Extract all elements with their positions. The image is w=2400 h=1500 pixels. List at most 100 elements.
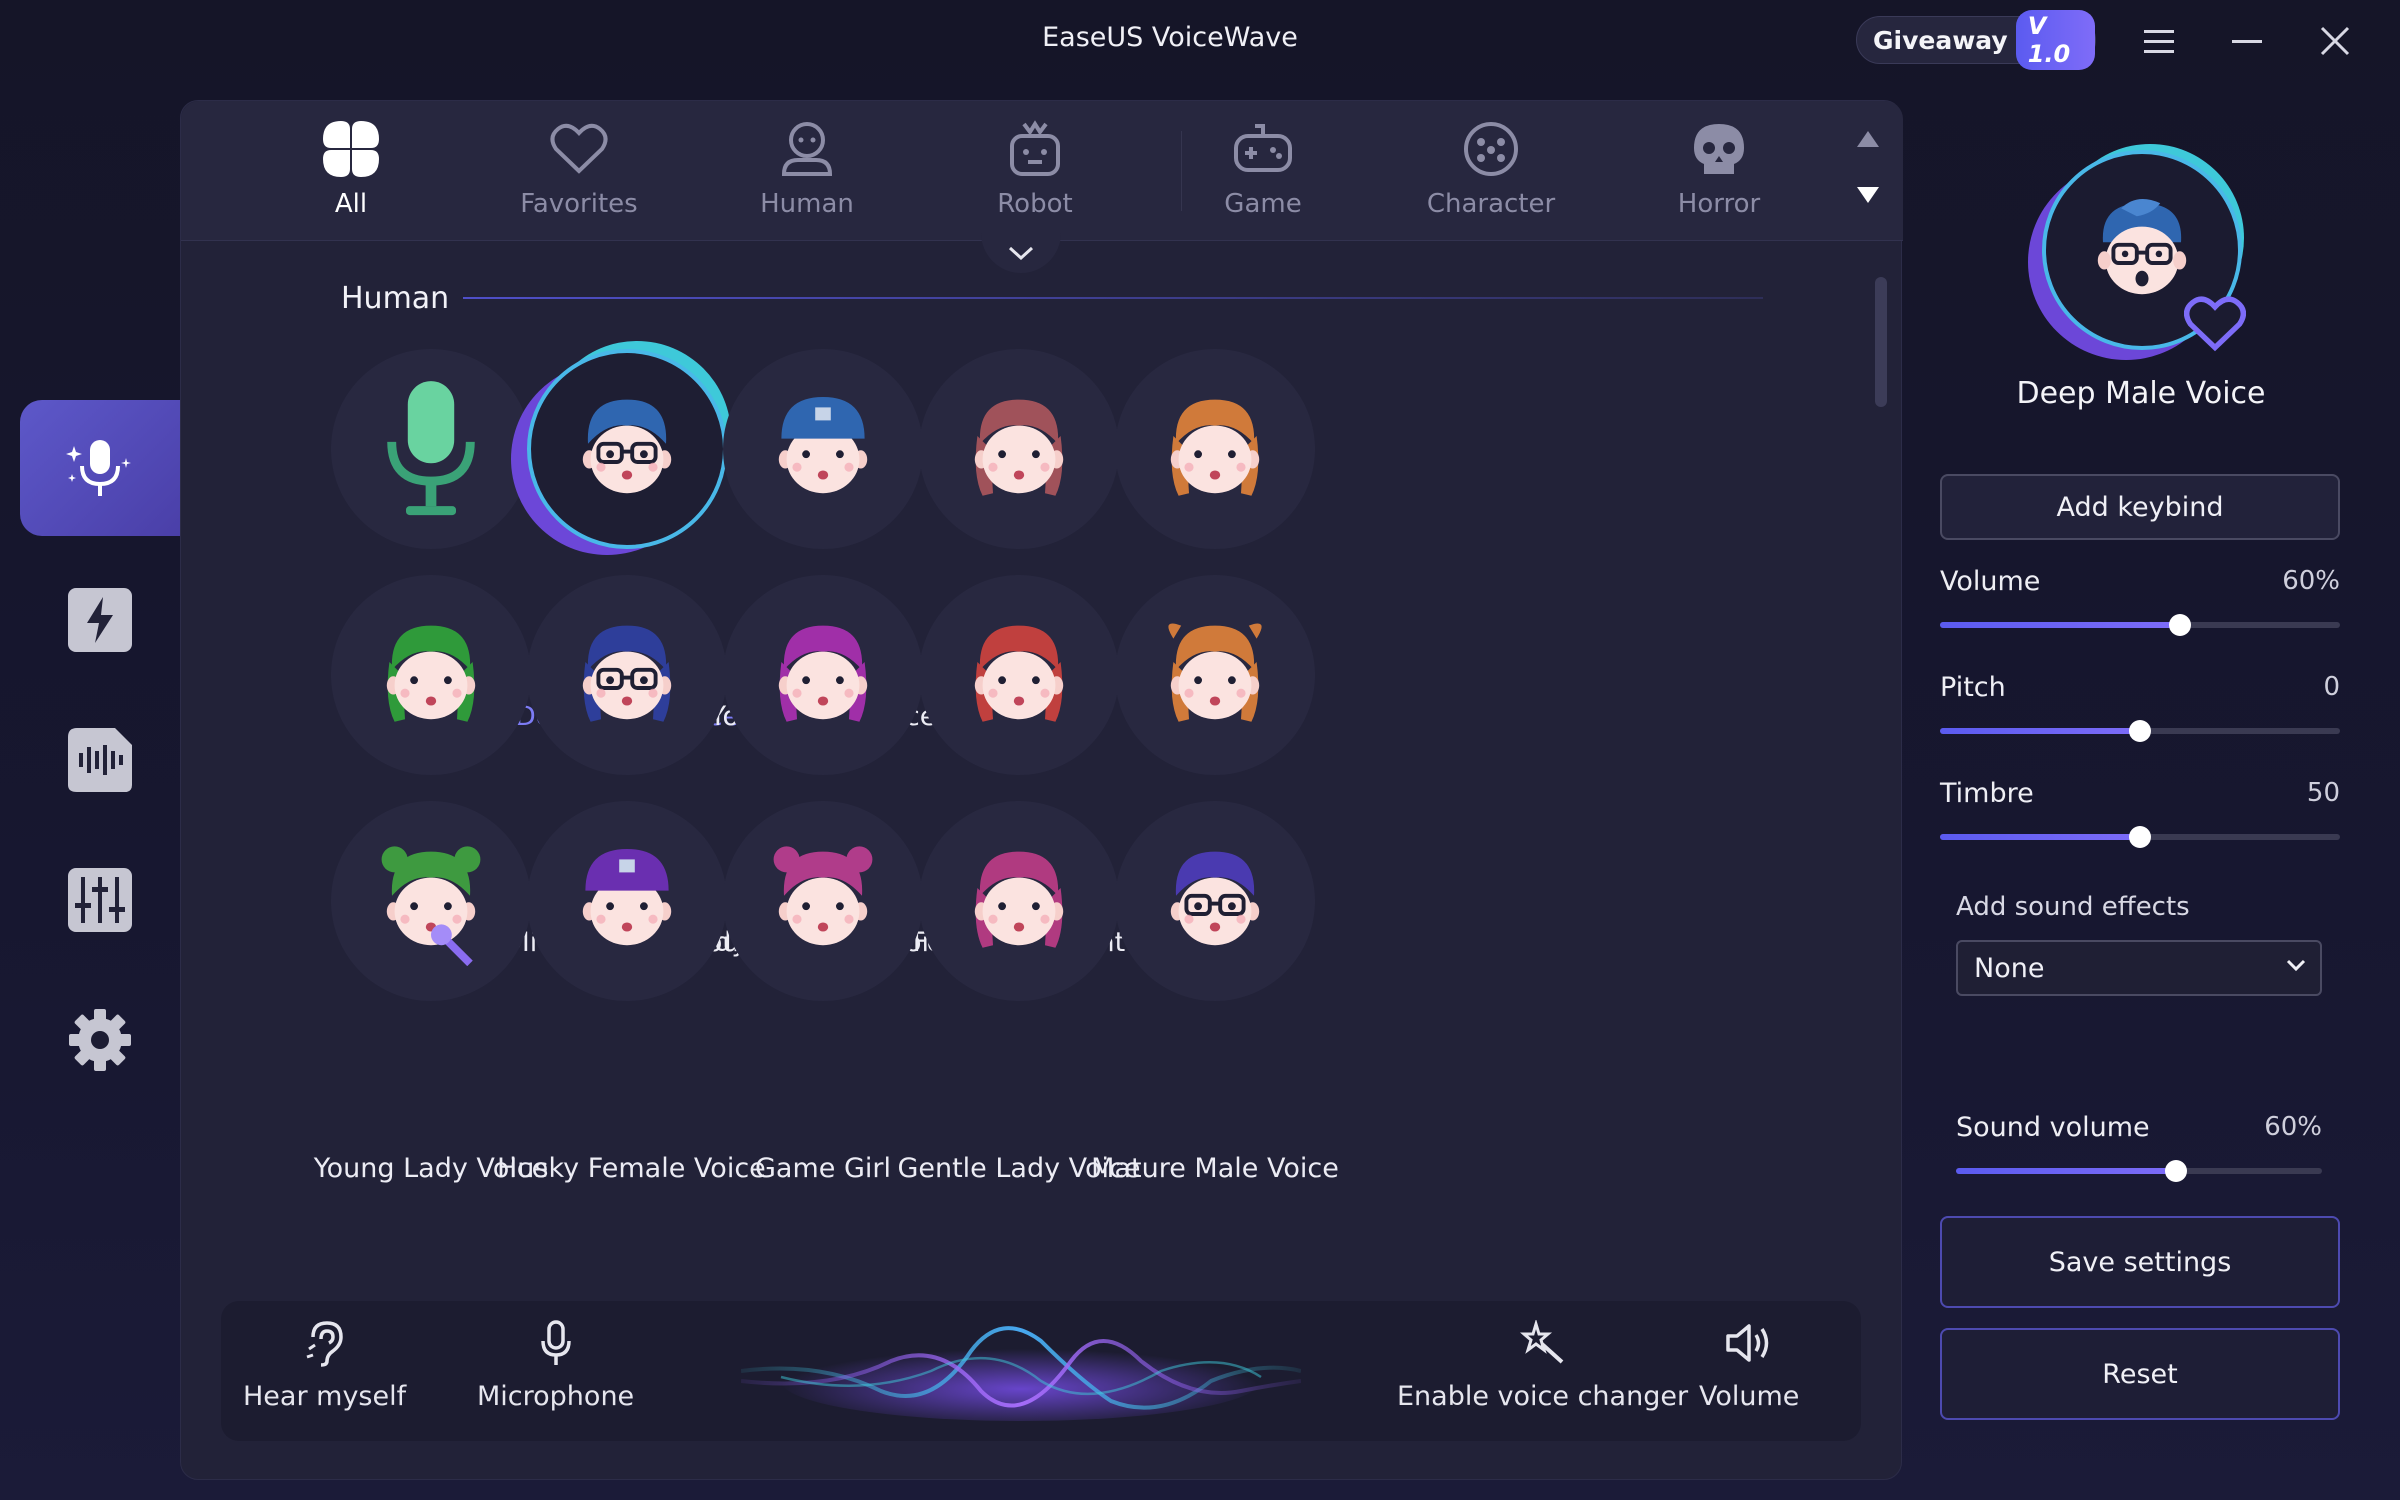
- collapse-toggle[interactable]: [981, 233, 1061, 273]
- tab-character[interactable]: Character: [1401, 117, 1581, 237]
- gentle-lady-icon: [974, 851, 1064, 948]
- slider-thumb[interactable]: [2129, 826, 2151, 848]
- voice-avatar: [1115, 349, 1315, 549]
- giveaway-label: Giveaway: [1873, 25, 2008, 55]
- tab-horror[interactable]: Horror: [1629, 117, 1809, 237]
- timbre-slider-label: Timbre: [1940, 778, 2034, 809]
- sidebar-settings[interactable]: [20, 972, 180, 1108]
- sidebar-audio-files[interactable]: [20, 692, 180, 828]
- tab-label: Horror: [1677, 189, 1761, 219]
- section-divider: [463, 297, 1763, 299]
- voice-settings-panel: Deep Male Voice Add keybind Volume 60% P…: [1902, 100, 2380, 1480]
- tab-label: Robot: [997, 189, 1073, 219]
- pitch-slider[interactable]: [1940, 720, 2340, 742]
- category-tabs: All Favorites Human Robot Game Character…: [181, 101, 1903, 241]
- pitch-slider-label: Pitch: [1940, 672, 2006, 703]
- close-icon[interactable]: [2312, 18, 2358, 64]
- timbre-slider-value: 50: [2306, 778, 2340, 808]
- glasses-man-icon: [582, 399, 672, 494]
- slider-fill: [1956, 1168, 2176, 1174]
- minimize-icon[interactable]: [2224, 18, 2270, 64]
- slider-fill: [1940, 834, 2140, 840]
- lightning-icon: [68, 588, 132, 652]
- arrow-down-icon[interactable]: [1855, 185, 1881, 205]
- sound-effects-value: None: [1974, 952, 2045, 984]
- title-bar: EaseUS VoiceWave Giveaway V 1.0: [0, 0, 2400, 82]
- voice-avatar: [1115, 801, 1315, 1001]
- voice-grid: OriginalDeep Male VoiceYoung Man VoiceLi…: [301, 341, 1831, 1401]
- microphone-button[interactable]: Microphone: [477, 1313, 634, 1412]
- sidebar-mixer[interactable]: [20, 832, 180, 968]
- pigtail-girl-icon: [1168, 623, 1262, 722]
- purple-lady-icon: [778, 625, 868, 722]
- mature-man-icon: [1170, 851, 1260, 946]
- bottom-toolbar: Hear myself Microphone Enable voice chan…: [221, 1301, 1861, 1441]
- singer-girl-icon: [381, 846, 481, 966]
- ear-icon: [305, 1313, 345, 1373]
- add-keybind-button[interactable]: Add keybind: [1940, 474, 2340, 540]
- volume-label: Volume: [1699, 1381, 1800, 1412]
- tab-label: Character: [1426, 189, 1556, 219]
- tab-label: Favorites: [520, 189, 638, 219]
- slider-thumb[interactable]: [2164, 1160, 2187, 1182]
- timbre-slider[interactable]: [1940, 826, 2340, 848]
- robot-icon: [1003, 117, 1067, 181]
- app-window: EaseUS VoiceWave Giveaway V 1.0 All Favo…: [0, 0, 2400, 1500]
- reset-button[interactable]: Reset: [1940, 1328, 2340, 1420]
- gear-icon: [69, 1009, 131, 1071]
- voice-name: Mature Male Voice: [1091, 1153, 1339, 1184]
- character-icon: [1459, 117, 1523, 181]
- audio-file-icon: [68, 728, 132, 792]
- slider-thumb[interactable]: [2169, 614, 2191, 636]
- tab-all[interactable]: All: [261, 117, 441, 237]
- volume-slider[interactable]: [1940, 614, 2340, 636]
- sidebar-voice-changer[interactable]: [20, 400, 180, 536]
- tab-label: Game: [1224, 189, 1302, 219]
- hear-myself-button[interactable]: Hear myself: [243, 1313, 406, 1412]
- hear-myself-label: Hear myself: [243, 1381, 407, 1412]
- clover-icon: [319, 117, 383, 181]
- girl-icon: [1170, 399, 1260, 496]
- arrow-up-icon[interactable]: [1855, 129, 1881, 149]
- scrollbar-thumb[interactable]: [1875, 277, 1887, 407]
- glasses-lady-icon: [582, 625, 672, 722]
- bun-girl-icon: [773, 846, 873, 946]
- microphone-label: Microphone: [477, 1381, 635, 1412]
- human-icon: [775, 117, 839, 181]
- sound-volume-slider[interactable]: [1956, 1160, 2322, 1182]
- chevron-down-icon: [1008, 246, 1034, 260]
- version-badge: V 1.0: [2015, 10, 2095, 70]
- pitch-slider-value: 0: [2323, 672, 2340, 702]
- sidebar: [0, 100, 180, 1500]
- selected-voice-name: Deep Male Voice: [2016, 376, 2266, 411]
- green-girl-icon: [386, 625, 476, 722]
- save-settings-button[interactable]: Save settings: [1940, 1216, 2340, 1308]
- speaker-icon: [1725, 1313, 1773, 1373]
- red-lady-icon: [974, 625, 1064, 722]
- voice-waveform-icon: [741, 1326, 1301, 1421]
- slider-thumb[interactable]: [2129, 720, 2151, 742]
- volume-button[interactable]: Volume: [1699, 1313, 1799, 1412]
- slider-fill: [1940, 728, 2140, 734]
- sound-effects-select[interactable]: None: [1956, 940, 2322, 996]
- microphone-icon: [387, 381, 475, 516]
- tab-game[interactable]: Game: [1173, 117, 1353, 237]
- volume-slider-value: 60%: [2282, 566, 2340, 596]
- heart-icon: [547, 117, 611, 181]
- magic-wand-icon: [1519, 1313, 1566, 1373]
- tab-label: All: [334, 189, 368, 219]
- menu-icon[interactable]: [2136, 18, 2182, 64]
- voice-card[interactable]: Mature Male Voice: [1085, 801, 1345, 1184]
- giveaway-button[interactable]: Giveaway V 1.0: [1856, 10, 2096, 70]
- sidebar-soundboard[interactable]: [20, 552, 180, 688]
- tab-favorites[interactable]: Favorites: [489, 117, 669, 237]
- tab-robot[interactable]: Robot: [945, 117, 1125, 237]
- tab-scroll-arrows: [1849, 129, 1889, 219]
- volume-slider-label: Volume: [1940, 566, 2041, 597]
- tab-label: Human: [760, 189, 854, 219]
- voice-library-panel: All Favorites Human Robot Game Character…: [180, 100, 1903, 1480]
- favorite-heart-icon[interactable]: [2184, 296, 2246, 352]
- sound-volume-slider-value: 60%: [2264, 1112, 2322, 1142]
- enable-voice-changer-button[interactable]: Enable voice changer: [1397, 1313, 1688, 1412]
- tab-human[interactable]: Human: [717, 117, 897, 237]
